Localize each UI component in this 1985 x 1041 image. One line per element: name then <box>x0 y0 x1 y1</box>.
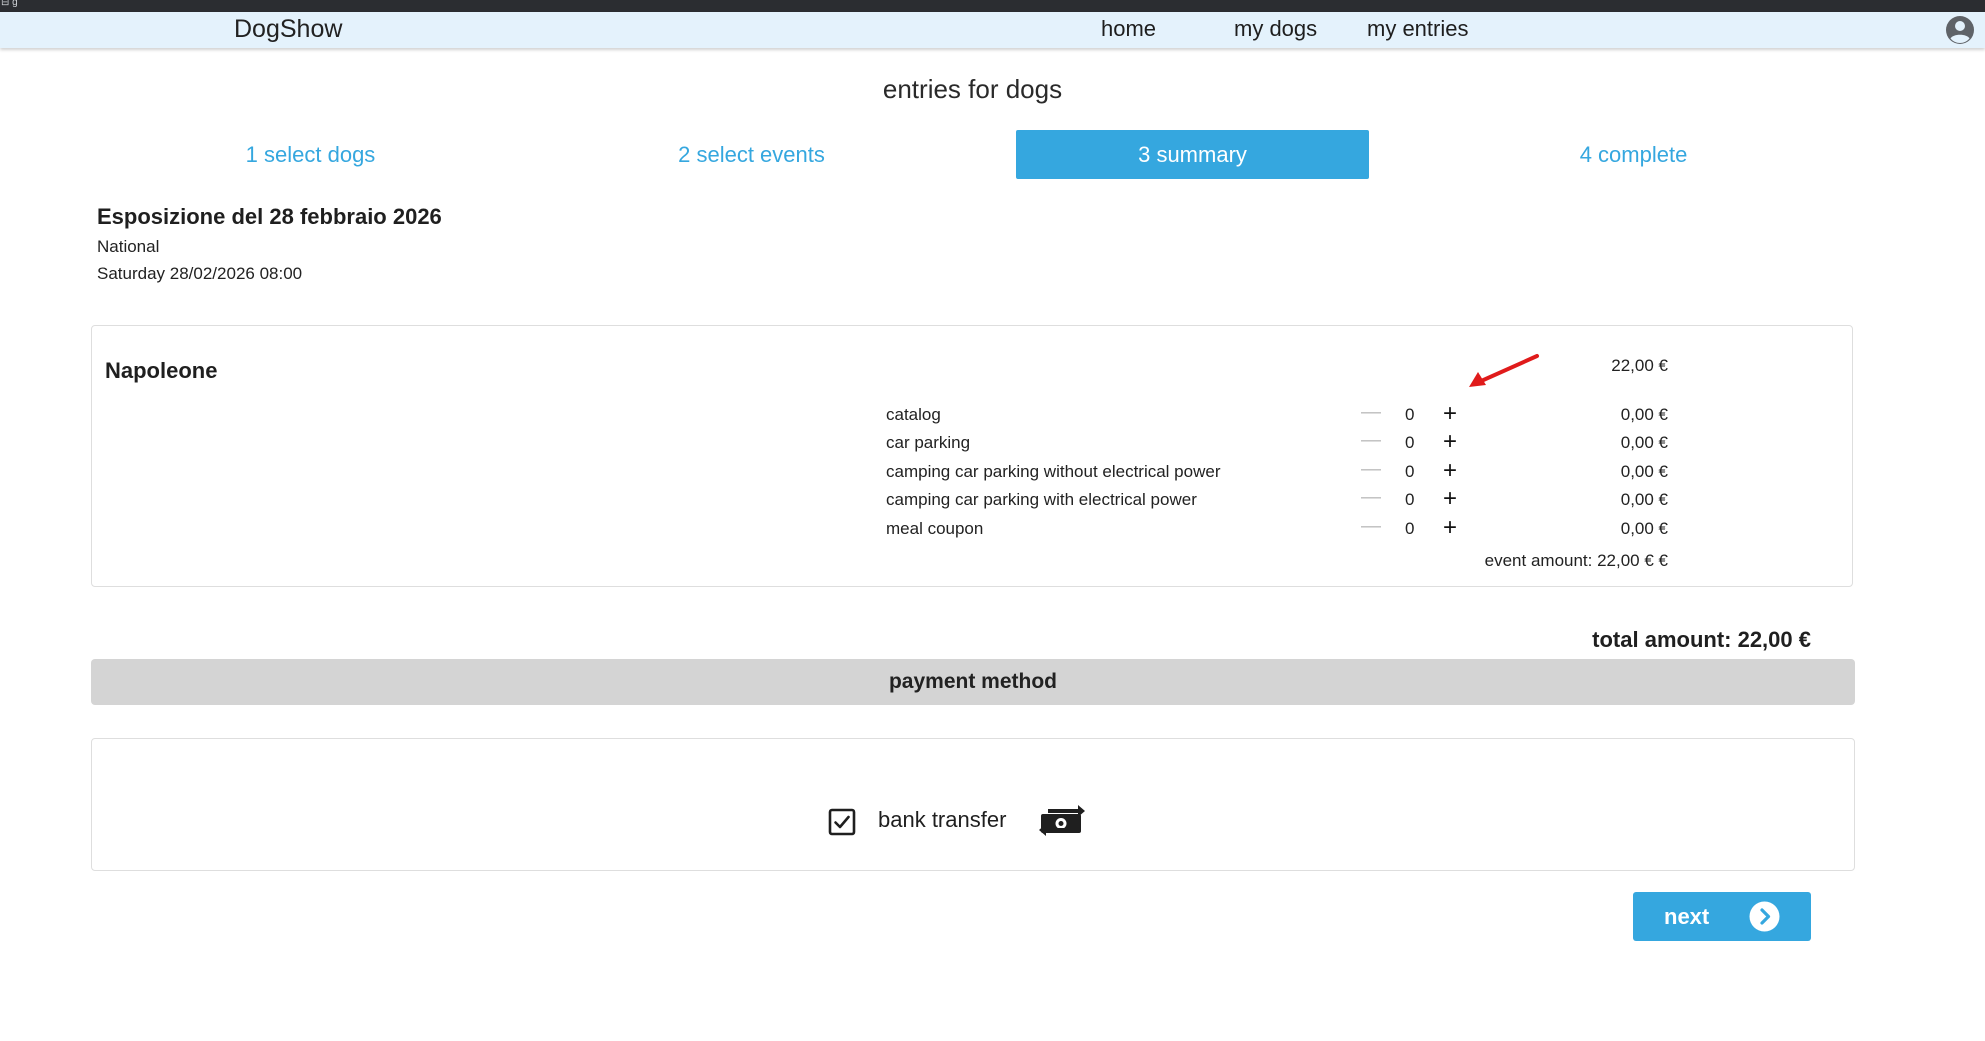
dog-entry-card <box>91 325 1853 587</box>
option-price: 0,00 € <box>1620 462 1668 481</box>
bank-transfer-label[interactable]: bank transfer <box>878 807 1006 833</box>
option-price: 0,00 € <box>1620 405 1668 424</box>
next-button-label: next <box>1664 904 1710 929</box>
increment-button[interactable]: + <box>1443 485 1457 513</box>
option-label: car parking <box>886 433 971 452</box>
payment-method-header: payment method <box>91 659 1855 705</box>
event-type: National <box>97 237 160 256</box>
window-title-bar: ⊟ g <box>0 0 1985 12</box>
option-price: 0,00 € <box>1620 433 1668 452</box>
option-label: meal coupon <box>886 519 984 538</box>
decrement-button[interactable]: — <box>1361 429 1381 452</box>
page-title: entries for dogs <box>882 74 1063 104</box>
option-label: camping car parking with electrical powe… <box>886 490 1197 509</box>
payment-method-card <box>91 738 1855 871</box>
option-label: camping car parking without electrical p… <box>886 462 1221 481</box>
option-quantity: 0 <box>1405 405 1415 424</box>
option-quantity: 0 <box>1405 462 1415 481</box>
step-select-dogs[interactable]: 1 select dogs <box>134 130 487 179</box>
brand-logo[interactable]: DogShow <box>234 15 342 44</box>
checkbox-checked-icon[interactable] <box>827 807 857 837</box>
option-row-meal-coupon: meal coupon — 0 + 0,00 € <box>886 514 1668 542</box>
option-row-catalog: catalog — 0 + 0,00 € <box>886 400 1668 428</box>
option-price: 0,00 € <box>1620 519 1668 538</box>
decrement-button[interactable]: — <box>1361 458 1381 481</box>
increment-button[interactable]: + <box>1443 457 1457 485</box>
navbar: DogShow home my dogs my entries <box>0 12 1985 48</box>
dog-entry-price: 22,00 € <box>1611 356 1668 375</box>
decrement-button[interactable]: — <box>1361 401 1381 424</box>
event-amount: event amount: 22,00 € € <box>1484 551 1668 570</box>
event-date: Saturday 28/02/2026 08:00 <box>97 264 303 283</box>
dog-name: Napoleone <box>105 358 218 383</box>
decrement-button[interactable]: — <box>1361 515 1381 538</box>
total-amount: total amount: 22,00 € <box>1592 627 1811 652</box>
money-transfer-icon <box>1039 805 1085 836</box>
decrement-button[interactable]: — <box>1361 486 1381 509</box>
chevron-right-circle-icon <box>1749 901 1780 932</box>
red-arrow-icon <box>1469 354 1539 387</box>
nav-link-my-dogs[interactable]: my dogs <box>1234 16 1317 42</box>
window-title-glyph: ⊟ g <box>1 0 18 8</box>
event-title: Esposizione del 28 febbraio 2026 <box>97 204 442 229</box>
account-circle-icon[interactable] <box>1945 15 1975 45</box>
option-row-camping-no-power: camping car parking without electrical p… <box>886 457 1668 485</box>
nav-link-home[interactable]: home <box>1101 16 1156 42</box>
step-select-events[interactable]: 2 select events <box>575 130 928 179</box>
increment-button[interactable]: + <box>1443 400 1457 428</box>
step-summary[interactable]: 3 summary <box>1016 130 1369 179</box>
step-complete[interactable]: 4 complete <box>1457 130 1810 179</box>
option-quantity: 0 <box>1405 490 1415 509</box>
nav-link-my-entries[interactable]: my entries <box>1367 16 1468 42</box>
option-row-camping-with-power: camping car parking with electrical powe… <box>886 485 1668 513</box>
option-quantity: 0 <box>1405 433 1415 452</box>
increment-button[interactable]: + <box>1443 428 1457 456</box>
option-quantity: 0 <box>1405 519 1415 538</box>
next-button[interactable]: next <box>1633 892 1811 941</box>
option-label: catalog <box>886 405 941 424</box>
option-row-car-parking: car parking — 0 + 0,00 € <box>886 428 1668 456</box>
option-price: 0,00 € <box>1620 490 1668 509</box>
increment-button[interactable]: + <box>1443 514 1457 542</box>
